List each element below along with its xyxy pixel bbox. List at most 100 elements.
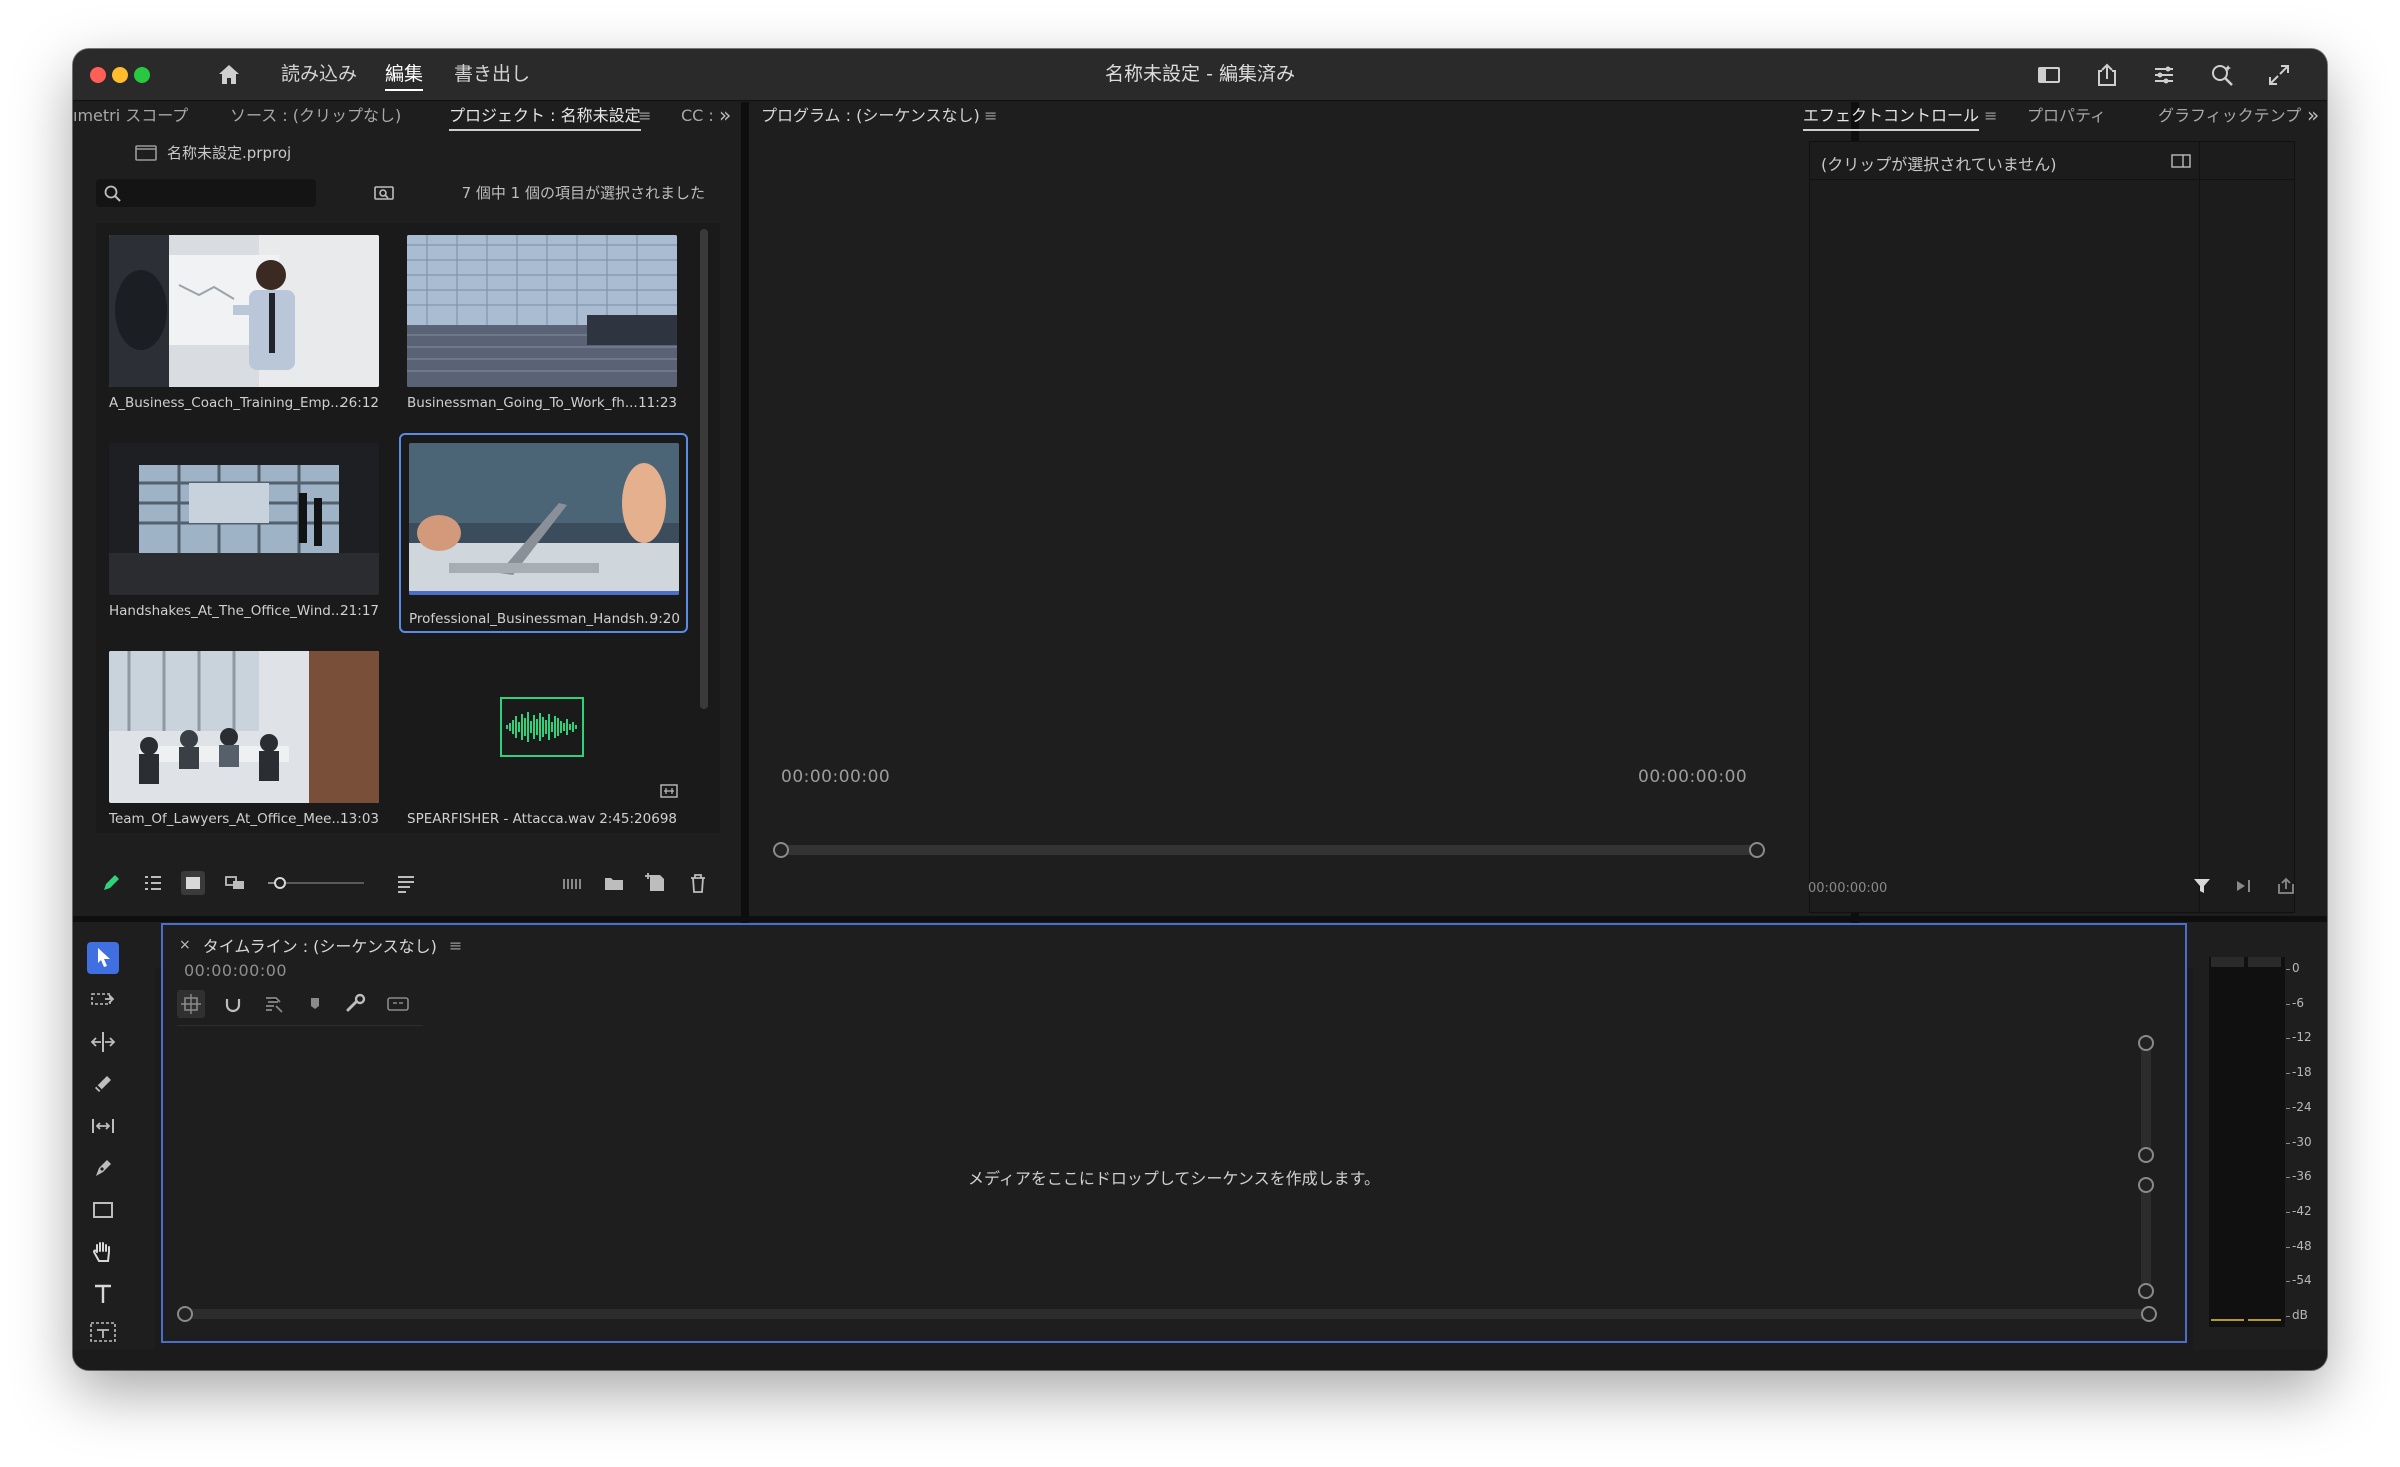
audio-meter-tick <box>2286 1246 2290 1248</box>
clip-item[interactable]: Team_Of_Lawyers_At_Office_Mee... 13:03 <box>103 645 379 831</box>
video-scroll-top-handle[interactable] <box>2138 1035 2154 1051</box>
audio-meter-tick-label: 0 <box>2292 961 2300 975</box>
project-panel-menu-icon[interactable]: ≡ <box>638 105 651 127</box>
project-scrollbar[interactable] <box>700 229 708 709</box>
add-marker-icon[interactable] <box>301 990 329 1018</box>
show-timeline-view-icon[interactable] <box>2171 153 2191 169</box>
video-tracks-scrollbar[interactable] <box>2141 1039 2151 1159</box>
list-view-icon[interactable] <box>141 871 165 895</box>
pencil-icon[interactable] <box>99 871 123 895</box>
filter-icon[interactable] <box>2191 875 2213 897</box>
program-scrubber[interactable] <box>773 845 1763 855</box>
share-icon[interactable] <box>2093 61 2121 89</box>
quick-actions-icon[interactable] <box>2150 61 2178 89</box>
project-file-name: 名称未設定.prproj <box>167 143 292 162</box>
audio-clip-badge-icon <box>660 783 678 799</box>
timeline-zoom-end-handle[interactable] <box>2141 1306 2157 1322</box>
panel-overflow-icon[interactable]: » <box>719 103 731 127</box>
timeline-timecode[interactable]: 00:00:00:00 <box>184 961 287 980</box>
sort-icon[interactable] <box>394 871 418 895</box>
clip-name: Professional_Businessman_Handsh... <box>409 611 658 627</box>
snap-icon[interactable] <box>219 990 247 1018</box>
tab-essential-graphics[interactable]: グラフィックテンプ <box>2158 105 2301 127</box>
track-select-tool-icon[interactable] <box>87 984 119 1016</box>
search-help-icon[interactable] <box>2208 61 2236 89</box>
tab-effect-controls[interactable]: エフェクトコントロール <box>1803 105 1980 131</box>
timeline-zoom-start-handle[interactable] <box>177 1306 193 1322</box>
tab-source[interactable]: ソース : (クリップなし) <box>230 105 401 127</box>
timeline-menu-icon[interactable]: ≡ <box>449 936 462 955</box>
clip-item[interactable]: Businessman_Going_To_Work_fh... 11:23 <box>401 229 677 415</box>
ripple-edit-tool-icon[interactable] <box>87 1026 119 1058</box>
panel-divider <box>73 916 2327 922</box>
timeline-settings-wrench-icon[interactable] <box>342 990 370 1018</box>
new-item-icon[interactable] <box>644 871 668 895</box>
type-tool-icon[interactable] <box>87 1278 119 1310</box>
clip-item-selected[interactable]: Professional_Businessman_Handsh... 9:20 <box>399 433 688 633</box>
audio-meter-tick-label: -30 <box>2292 1134 2312 1149</box>
tab-program-monitor[interactable]: プログラム : (シーケンスなし) <box>761 105 980 127</box>
timeline-horizontal-scrollbar[interactable] <box>177 1309 2157 1319</box>
audio-meter-tick <box>2286 1211 2290 1213</box>
video-scroll-bottom-handle[interactable] <box>2138 1147 2154 1163</box>
audio-meter-tick-label: -36 <box>2292 1169 2312 1184</box>
project-search-input[interactable] <box>96 179 316 207</box>
effect-controls-timecode[interactable]: 00:00:00:00 <box>1808 881 1887 896</box>
audio-meter-tick-label: -6 <box>2292 995 2304 1010</box>
toggle-audio-loop-icon[interactable] <box>2275 875 2297 897</box>
workspace-icon[interactable] <box>2035 61 2063 89</box>
tab-lumetri-scopes[interactable]: ımetri スコープ <box>73 105 188 127</box>
scrubber-end-handle[interactable] <box>1749 842 1765 858</box>
audio-meter-tick-label: -42 <box>2292 1203 2312 1218</box>
audio-meter-peak-left <box>2211 957 2244 967</box>
selection-tool-icon[interactable] <box>87 942 119 974</box>
timeline-drop-hint: メディアをここにドロップしてシーケンスを作成します。 <box>967 1169 1380 1188</box>
close-timeline-icon[interactable]: × <box>179 937 191 953</box>
audio-clip-item[interactable]: SPEARFISHER - Attacca.wav 2:45:20698 <box>401 645 678 831</box>
effect-controls-menu-icon[interactable]: ≡ <box>1984 105 1997 127</box>
linked-selection-icon[interactable] <box>260 990 288 1018</box>
clip-name: SPEARFISHER - Attacca.wav <box>407 811 596 827</box>
project-file-label: 名称未設定.prproj <box>135 139 291 165</box>
razor-tool-icon[interactable] <box>87 1068 119 1100</box>
rectangle-tool-icon[interactable] <box>87 1194 119 1226</box>
fullscreen-icon[interactable] <box>2265 61 2293 89</box>
audio-meter-peak-right <box>2248 957 2281 967</box>
timeline-header: × タイムライン : (シーケンスなし) ≡ <box>179 933 462 957</box>
clip-item[interactable]: Handshakes_At_The_Office_Wind... 21:17 <box>103 437 379 623</box>
tab-project[interactable]: プロジェクト : 名称未設定 <box>449 105 641 131</box>
search-icon <box>104 185 121 202</box>
freeform-view-icon[interactable] <box>223 871 247 895</box>
play-audio-only-icon[interactable] <box>2233 875 2255 897</box>
tab-properties[interactable]: プロパティ <box>2027 105 2106 127</box>
hand-tool-icon[interactable] <box>87 1236 119 1268</box>
pen-tool-icon[interactable] <box>87 1152 119 1184</box>
audio-meter-right-level <box>2248 1319 2281 1321</box>
audio-meter-tick <box>2286 969 2290 970</box>
audio-tracks-scrollbar[interactable] <box>2141 1181 2151 1289</box>
new-bin-icon[interactable] <box>602 871 626 895</box>
clip-thumbnail <box>109 443 379 595</box>
trash-icon[interactable] <box>686 871 710 895</box>
scrubber-start-handle[interactable] <box>773 842 789 858</box>
audio-scroll-top-handle[interactable] <box>2138 1177 2154 1193</box>
panel-overflow-icon[interactable]: » <box>2307 103 2319 127</box>
clip-item[interactable]: A_Business_Coach_Training_Emp... 26:12 <box>103 229 379 415</box>
automate-to-sequence-icon[interactable] <box>560 871 584 895</box>
program-playhead-timecode[interactable]: 00:00:00:00 <box>781 767 890 787</box>
nest-sequence-icon[interactable] <box>177 990 205 1018</box>
audio-meter-tick <box>2286 1142 2290 1144</box>
find-bin-icon[interactable] <box>373 183 395 201</box>
captions-tool-icon[interactable] <box>87 1316 119 1342</box>
audio-scroll-bottom-handle[interactable] <box>2138 1283 2154 1299</box>
icon-view-icon[interactable] <box>181 871 205 895</box>
tab-cc-libraries[interactable]: CC : <box>681 105 714 127</box>
program-monitor-menu-icon[interactable]: ≡ <box>984 105 997 127</box>
clip-duration: 2:45:20698 <box>599 811 677 827</box>
timeline-panel: × タイムライン : (シーケンスなし) ≡ 00:00:00:00 メディアを… <box>161 923 2187 1343</box>
timeline-title[interactable]: タイムライン : (シーケンスなし) <box>203 933 437 957</box>
captions-display-icon[interactable] <box>384 990 412 1018</box>
zoom-slider[interactable] <box>266 875 366 891</box>
slip-tool-icon[interactable] <box>87 1110 119 1142</box>
audio-meter-tick-label: -24 <box>2292 1099 2312 1114</box>
